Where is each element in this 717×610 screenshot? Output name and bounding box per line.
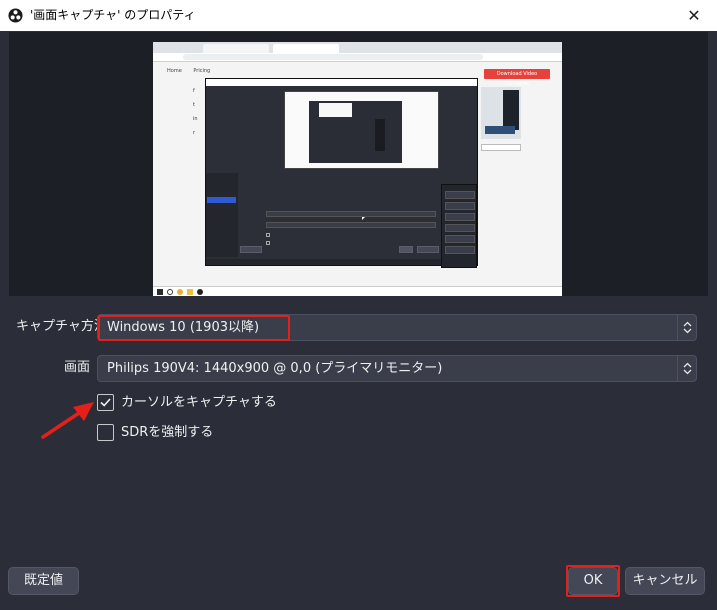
preview-tabbar [153,42,562,53]
preview-obs-controls [441,184,477,268]
preview-tab [203,44,269,53]
red-arrow-icon [41,402,94,439]
linkedin-icon: in [193,116,198,122]
preview-check-2 [266,241,270,245]
preview-obs-defaults [240,246,262,253]
display-value: Philips 190V4: 1440x900 @ 0,0 (プライマリモニター… [107,361,443,376]
updown-chevron-icon [677,356,696,381]
checkmark-icon [100,398,111,407]
defaults-button[interactable]: 既定値 [8,567,79,595]
preview-combo-1 [266,211,436,217]
preview-control-btn [445,213,475,221]
preview-screen: Home Pricing Download Video Converter f … [153,42,562,296]
search-icon [167,289,173,295]
capture-cursor-checkbox[interactable]: カーソルをキャプチャする [97,393,277,413]
obs-logo-icon [8,8,23,23]
preview-control-btn [445,191,475,199]
preview-nav-home: Home [167,68,182,74]
preview-thumbnail-label [485,126,515,134]
window-title: '画面キャプチャ' のプロパティ [30,8,196,22]
preview-obs-cancel [417,246,439,253]
preview-obs-window [205,78,478,266]
cancel-button[interactable]: キャンセル [625,567,705,595]
ok-button[interactable]: OK [568,567,618,595]
preview-download-button: Download Video Converter [484,69,550,87]
preview-small-button [481,144,521,151]
preview-cursor-icon [362,217,365,220]
preview-combo-2 [266,222,436,228]
preview-nav-pricing: Pricing [193,68,211,74]
preview-url-box [183,54,483,60]
preview-control-btn [445,224,475,232]
twitter-icon: t [193,102,195,108]
capture-preview: Home Pricing Download Video Converter f … [9,32,708,296]
preview-control-btn [445,235,475,243]
force-sdr-label: SDRを強制する [121,425,214,440]
preview-nested-side [375,119,385,151]
preview-nav: Home Pricing [167,68,210,78]
reddit-icon: r [193,130,196,136]
title-bar: '画面キャプチャ' のプロパティ ✕ [0,0,717,31]
preview-obs-ok [399,246,413,253]
capture-method-label: キャプチャ方法 [16,319,107,334]
preview-nested-page [319,103,352,117]
display-label: 画面 [64,360,91,375]
obs-taskbar-icon [197,289,203,295]
preview-obs-titlebar [206,79,477,86]
preview-thumbnail-phone [503,90,519,130]
preview-taskbar [153,286,562,296]
preview-check-1 [266,233,270,237]
capture-method-value: Windows 10 (1903以降) [107,320,260,335]
windows-start-icon [157,289,163,295]
facebook-icon: f [193,88,195,94]
chrome-icon [177,289,183,295]
folder-icon [187,289,193,295]
preview-obs-scenes [206,173,238,257]
preview-control-btn [445,246,475,254]
force-sdr-checkbox[interactable]: SDRを強制する [97,423,227,443]
display-select[interactable]: Philips 190V4: 1440x900 @ 0,0 (プライマリモニター… [97,355,697,382]
close-icon: ✕ [687,6,701,25]
updown-chevron-icon [677,315,696,340]
preview-obs-selected-scene [207,197,236,203]
capture-method-select[interactable]: Windows 10 (1903以降) [97,314,697,341]
preview-tab [273,44,339,53]
preview-obs-status [206,259,477,265]
close-button[interactable]: ✕ [671,0,717,31]
preview-control-btn [445,202,475,210]
capture-cursor-label: カーソルをキャプチャする [121,395,277,410]
